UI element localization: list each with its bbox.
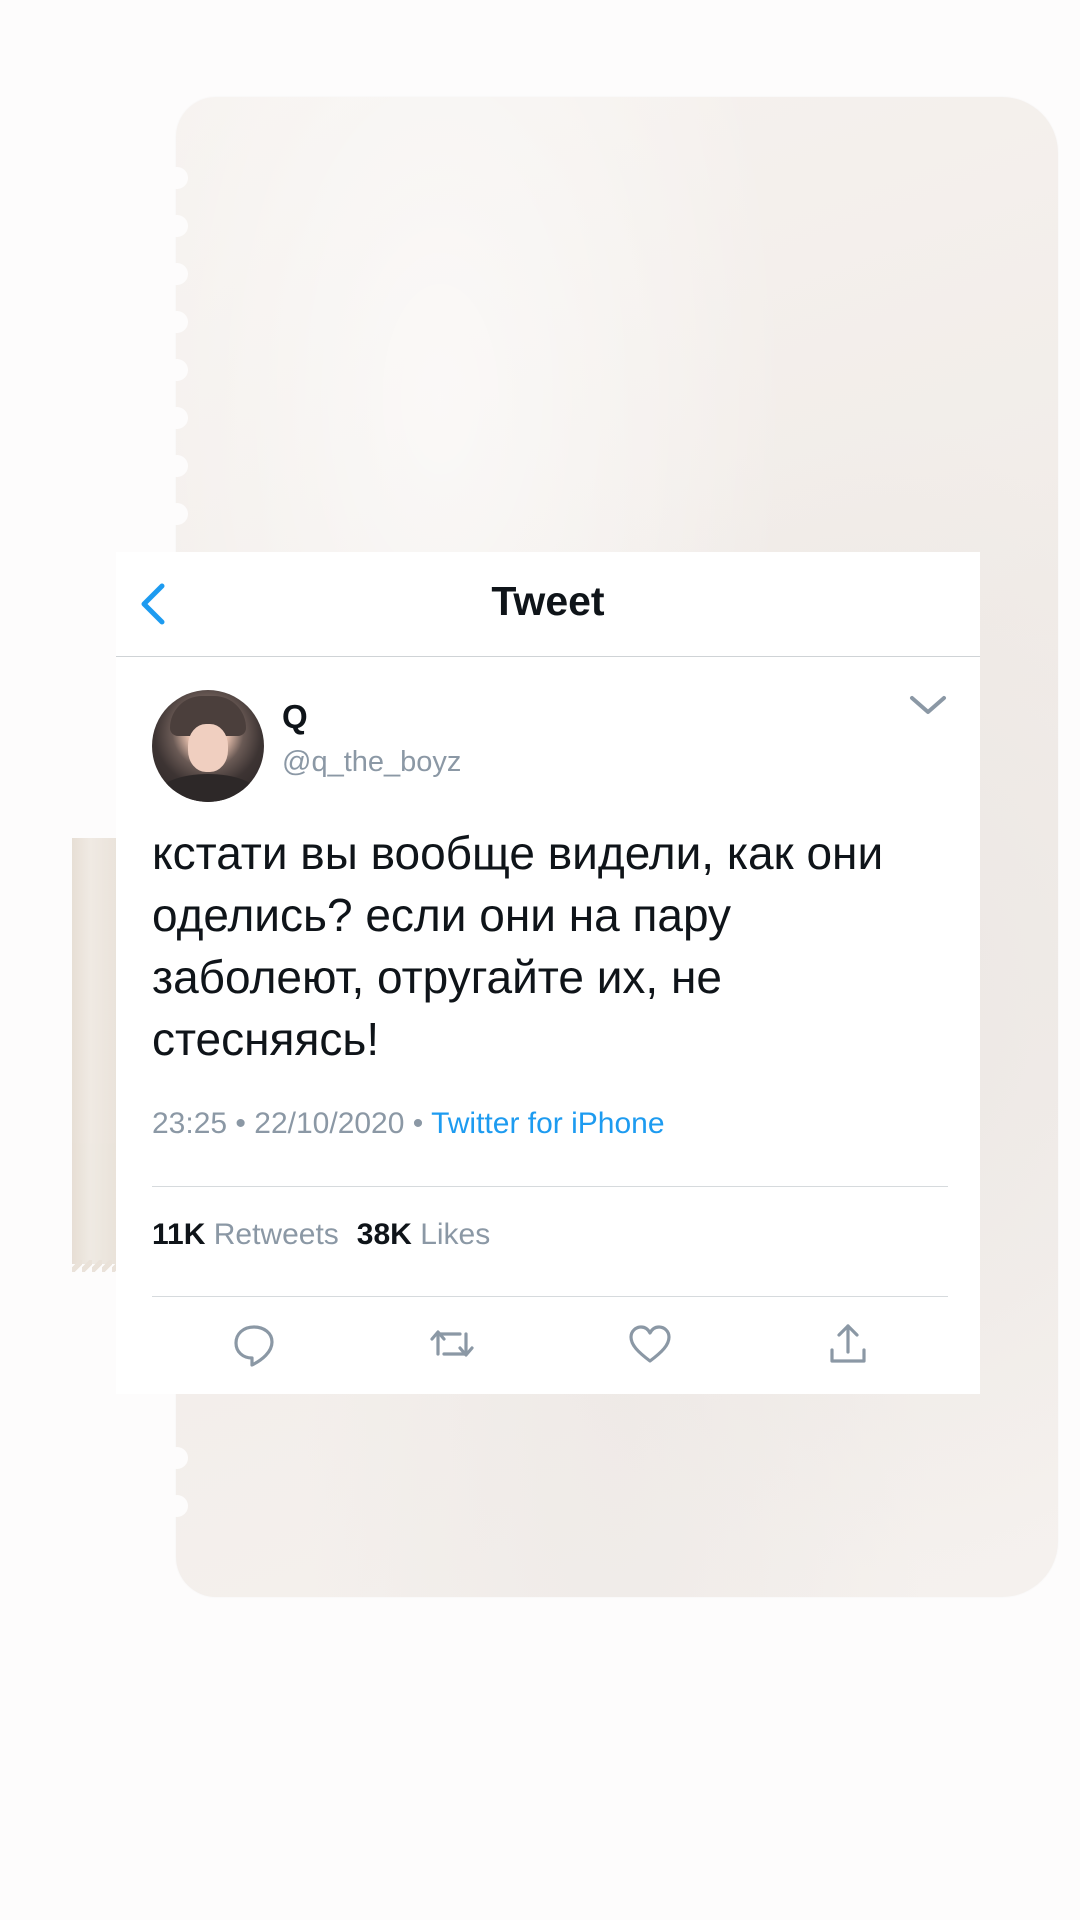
meta-separator: • [412,1107,424,1140]
author-display-name[interactable]: Q [282,698,308,736]
reply-icon[interactable] [230,1320,278,1368]
chevron-down-icon[interactable] [906,690,950,720]
divider [152,1186,948,1187]
retweets-count: 11K [152,1218,206,1251]
tweet-header: Tweet [116,552,980,657]
author-handle[interactable]: @q_the_boyz [282,746,461,779]
share-icon[interactable] [824,1320,872,1368]
tweet-meta: 23:25 • 22/10/2020 • Twitter for iPhone [152,1107,665,1141]
tweet-source-link[interactable]: Twitter for iPhone [431,1107,664,1140]
page-title: Tweet [491,578,605,624]
like-icon[interactable] [626,1320,674,1368]
avatar[interactable] [152,690,264,802]
retweets-stat[interactable]: 11K Retweets [152,1218,339,1251]
tweet-date: 22/10/2020 [254,1107,405,1140]
divider [152,1296,948,1297]
meta-separator: • [235,1107,246,1140]
tweet-text: кстати вы вообще видели, как они оделись… [152,827,884,1065]
tweet-stats: 11K Retweets 38K Likes [152,1218,490,1252]
tweet-card: Tweet Q @q_the_boyz кстати вы вообще вид… [116,552,980,1394]
likes-count: 38K [356,1218,412,1251]
likes-label: Likes [420,1218,491,1251]
tweet-time: 23:25 [152,1107,228,1140]
masking-tape [72,838,118,1272]
likes-stat[interactable]: 38K Likes [357,1218,490,1251]
retweets-label: Retweets [213,1218,339,1251]
retweet-icon[interactable] [428,1320,476,1368]
